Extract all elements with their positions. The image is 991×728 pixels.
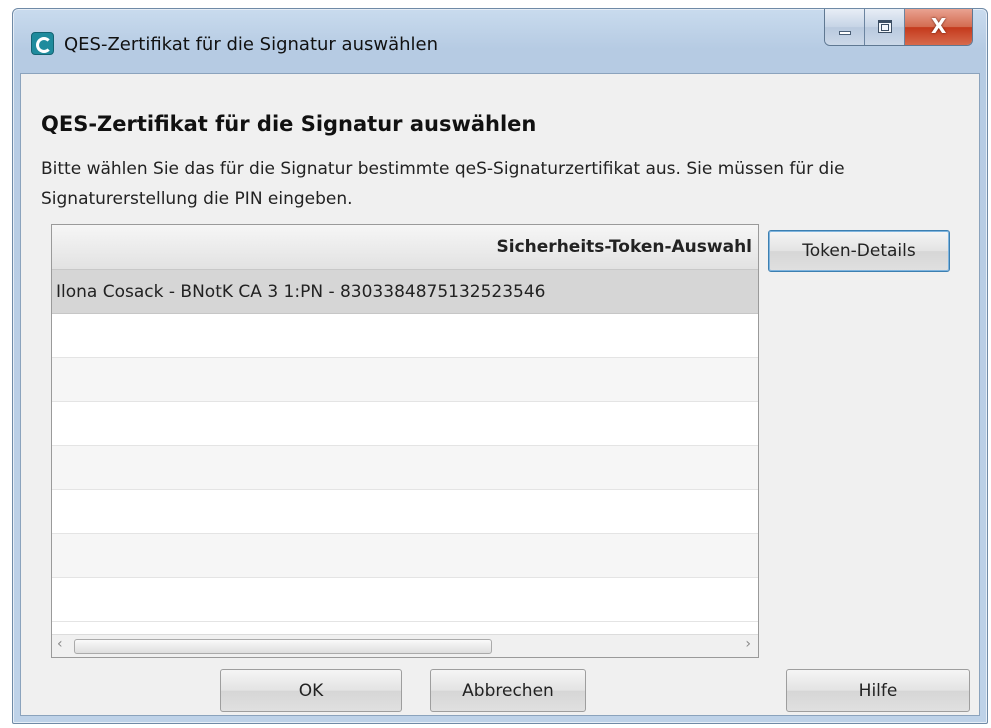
dialog-heading: QES-Zertifikat für die Signatur auswähle… — [41, 112, 537, 136]
window-title: QES-Zertifikat für die Signatur auswähle… — [64, 34, 439, 55]
table-row[interactable] — [52, 534, 758, 578]
ok-button[interactable]: OK — [220, 669, 402, 712]
chevron-right-icon[interactable]: › — [745, 636, 751, 652]
table-row[interactable]: Ilona Cosack - BNotK CA 3 1:PN - 8303384… — [52, 270, 758, 314]
cancel-button[interactable]: Abbrechen — [430, 669, 586, 712]
table-row[interactable] — [52, 314, 758, 358]
title-bar[interactable]: QES-Zertifikat für die Signatur auswähle… — [13, 9, 987, 73]
close-icon: X — [930, 14, 947, 38]
caption-buttons: X — [824, 9, 973, 46]
scrollbar-thumb[interactable] — [74, 639, 492, 654]
table-cell: Ilona Cosack - BNotK CA 3 1:PN - 8303384… — [56, 282, 546, 302]
table-row[interactable] — [52, 578, 758, 622]
table-row[interactable] — [52, 358, 758, 402]
chevron-left-icon[interactable]: ‹ — [57, 636, 63, 652]
column-header[interactable]: Sicherheits-Token-Auswahl — [52, 225, 758, 270]
help-button[interactable]: Hilfe — [786, 669, 970, 712]
horizontal-scrollbar[interactable]: ‹ › — [52, 634, 758, 657]
dialog-description: Bitte wählen Sie das für die Signatur be… — [41, 159, 845, 209]
table-row[interactable] — [52, 490, 758, 534]
dialog-content: QES-Zertifikat für die Signatur auswähle… — [20, 73, 980, 716]
app-logo-icon — [31, 32, 54, 55]
dialog-window: QES-Zertifikat für die Signatur auswähle… — [12, 8, 988, 724]
minimize-icon — [838, 31, 851, 35]
table-row[interactable] — [52, 446, 758, 490]
maximize-icon — [877, 20, 892, 33]
token-table: Sicherheits-Token-Auswahl Ilona Cosack -… — [51, 224, 759, 658]
table-row[interactable] — [52, 402, 758, 446]
close-button[interactable]: X — [905, 9, 972, 45]
maximize-button[interactable] — [865, 9, 906, 45]
column-header-label: Sicherheits-Token-Auswahl — [496, 237, 752, 257]
token-details-button[interactable]: Token-Details — [768, 230, 950, 272]
minimize-button[interactable] — [825, 9, 866, 45]
